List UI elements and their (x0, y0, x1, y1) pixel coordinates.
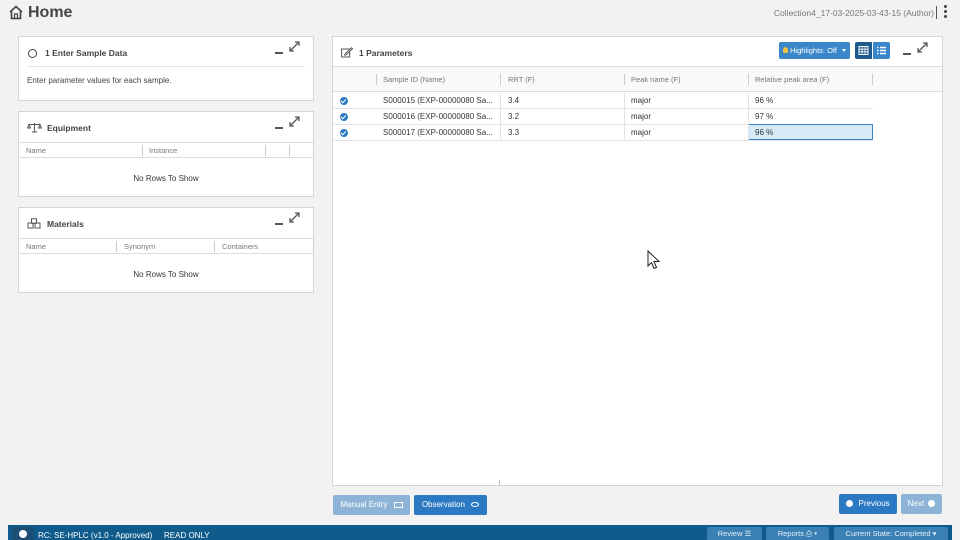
scroll-handle[interactable] (499, 480, 500, 485)
caret-down-icon (842, 49, 846, 52)
materials-table-header: Name Synonym Containers (19, 238, 314, 254)
column-header[interactable]: Containers (222, 242, 258, 251)
step-title: 1 Enter Sample Data (45, 48, 128, 58)
status-text: RC: SE-HPLC (v1.0 - Approved) (38, 531, 153, 540)
list-view-button[interactable] (873, 42, 890, 59)
page-title: Home (28, 4, 73, 21)
divider (936, 6, 937, 19)
review-label: Review (717, 529, 743, 538)
parameters-panel: 1 Parameters Highlights: Off Sample ID (… (332, 36, 943, 486)
collection-label: Collection4_17-03-2025-03-43-15 (Author) (773, 8, 934, 18)
column-header[interactable]: Synonym (124, 242, 155, 251)
minimize-icon[interactable] (275, 45, 283, 57)
reports-button[interactable]: Reports ⎙ ▾ (766, 527, 829, 540)
minimize-icon[interactable] (275, 120, 283, 132)
grid-view-button[interactable] (855, 42, 872, 59)
cell-rrt[interactable]: 3.2 (508, 112, 519, 121)
column-header[interactable]: Sample ID (Name) (383, 75, 445, 84)
column-header[interactable]: Instance (149, 146, 177, 155)
bulb-icon (783, 47, 788, 53)
column-header[interactable]: Peak name (F) (631, 75, 681, 84)
review-button[interactable]: Review ☰ (707, 527, 762, 540)
cell-peak[interactable]: major (631, 112, 651, 121)
cell-sample[interactable]: S000017 (EXP-00000080 Sa... (383, 128, 497, 137)
cell-area[interactable]: 97 % (755, 112, 773, 121)
cell-rrt[interactable]: 3.4 (508, 96, 519, 105)
column-header[interactable]: RRT (F) (508, 75, 535, 84)
edit-icon (341, 47, 354, 60)
info-icon[interactable] (12, 527, 34, 540)
status-bar: RC: SE-HPLC (v1.0 - Approved) READ ONLY … (8, 525, 952, 540)
materials-title: Materials (47, 219, 84, 229)
minimize-icon[interactable] (903, 46, 911, 58)
step-description: Enter parameter values for each sample. (27, 76, 172, 85)
cell-rrt[interactable]: 3.3 (508, 128, 519, 137)
empty-message: No Rows To Show (133, 174, 199, 183)
manual-entry-label: Manual Entry (340, 500, 388, 509)
minimize-icon[interactable] (275, 216, 283, 228)
cubes-icon (27, 218, 42, 232)
equipment-panel: Equipment Name Instance No Rows To Show (18, 111, 314, 197)
home-icon[interactable] (8, 5, 24, 22)
eye-icon (471, 502, 480, 508)
equipment-title: Equipment (47, 123, 91, 133)
check-circle-icon (340, 129, 348, 137)
column-divider (748, 93, 749, 141)
previous-button[interactable]: Previous (839, 494, 897, 514)
arrow-right-circle-icon (928, 500, 936, 508)
keyboard-icon (393, 501, 403, 508)
current-state-label: Current State: Completed (845, 529, 931, 538)
column-header[interactable]: Name (26, 242, 46, 251)
table-row[interactable]: S000015 (EXP-00000080 Sa... 3.4 major 96… (333, 93, 873, 109)
reports-label: Reports (777, 529, 804, 538)
step-status-icon (28, 49, 37, 58)
cell-area[interactable]: 96 % (755, 96, 773, 105)
check-circle-icon (340, 113, 348, 121)
manual-entry-button[interactable]: Manual Entry (333, 495, 410, 515)
materials-panel: Materials Name Synonym Containers No Row… (18, 207, 314, 293)
parameters-title: 1 Parameters (359, 48, 413, 58)
cell-area[interactable]: 96 % (755, 128, 773, 137)
more-menu-icon[interactable] (944, 5, 948, 18)
mode-text: READ ONLY (164, 531, 210, 540)
cell-peak[interactable]: major (631, 128, 651, 137)
cursor-icon (647, 249, 661, 272)
table-row[interactable]: S000016 (EXP-00000080 Sa... 3.2 major 97… (333, 109, 873, 125)
highlights-dropdown[interactable]: Highlights: Off (779, 42, 850, 59)
observation-button[interactable]: Observation (414, 495, 487, 515)
step-panel: 1 Enter Sample Data Enter parameter valu… (18, 36, 314, 101)
cell-sample[interactable]: S000015 (EXP-00000080 Sa... (383, 96, 497, 105)
check-circle-icon (340, 97, 348, 105)
column-header[interactable]: Name (26, 146, 46, 155)
divider (27, 66, 305, 67)
parameters-table-header: Sample ID (Name) RRT (F) Peak name (F) R… (333, 66, 942, 92)
cell-peak[interactable]: major (631, 96, 651, 105)
arrow-left-circle-icon (846, 500, 854, 508)
empty-message: No Rows To Show (133, 270, 199, 279)
column-divider (500, 93, 501, 141)
expand-icon[interactable] (289, 212, 300, 226)
highlights-label: Highlights: Off (790, 46, 837, 55)
previous-label: Previous (858, 499, 890, 508)
next-label: Next (907, 499, 925, 508)
table-row[interactable]: S000017 (EXP-00000080 Sa... 3.3 major 96… (333, 124, 873, 141)
expand-icon[interactable] (289, 116, 300, 130)
next-button[interactable]: Next (901, 494, 942, 514)
column-divider (624, 93, 625, 141)
expand-icon[interactable] (917, 42, 928, 56)
equipment-table-header: Name Instance (19, 142, 313, 158)
observation-label: Observation (421, 500, 465, 509)
scale-icon (26, 122, 43, 135)
expand-icon[interactable] (289, 41, 300, 55)
column-header[interactable]: Relative peak area (F) (755, 75, 829, 84)
current-state-dropdown[interactable]: Current State: Completed ▾ (834, 527, 948, 540)
cell-sample[interactable]: S000016 (EXP-00000080 Sa... (383, 112, 497, 121)
